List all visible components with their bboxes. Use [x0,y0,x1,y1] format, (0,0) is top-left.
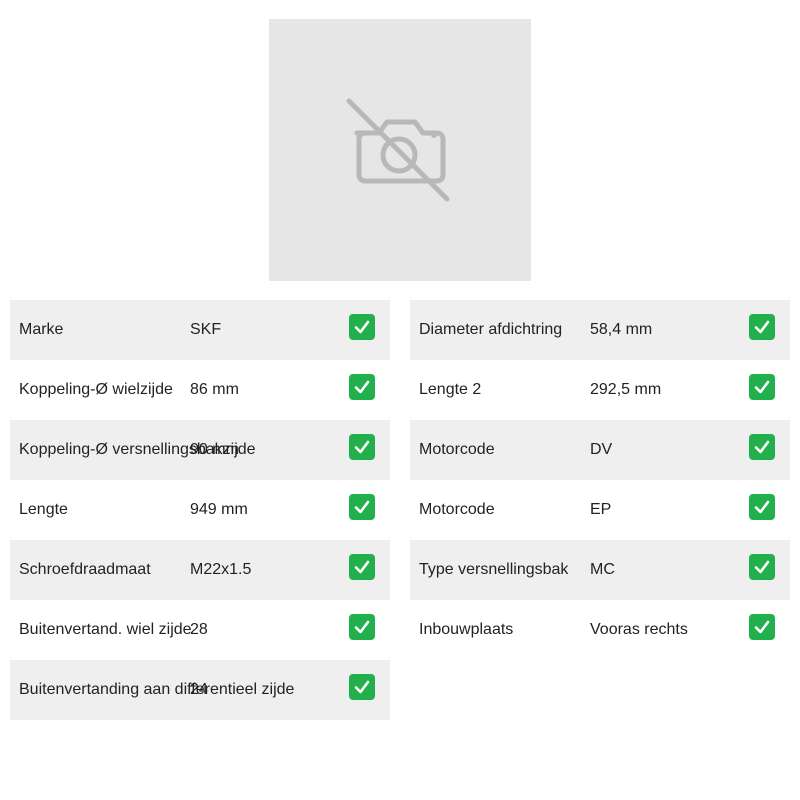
check-mark-icon [749,374,775,400]
specs-table-left: Marke SKF Koppeling-Ø wielzijde 86 mm Ko… [10,300,390,720]
spec-row: Marke SKF [10,300,390,360]
spec-label: Diameter afdichtring [419,321,563,338]
spec-row: Diameter afdichtring 58,4 mm [410,300,790,360]
check-mark-icon [749,434,775,460]
check-mark-icon [349,374,375,400]
spec-row: Lengte 2 292,5 mm [410,360,790,420]
specs-table-right: Diameter afdichtring 58,4 mm Lengte 2 29… [410,300,790,660]
spec-value: 949 mm [190,501,248,518]
spec-row: Buitenvertand. wiel zijde 28 [10,600,390,660]
check-mark-icon [349,314,375,340]
check-mark-icon [349,674,375,700]
spec-value: M22x1.5 [190,561,252,578]
spec-value: DV [590,441,613,458]
spec-row: Motorcode DV [410,420,790,480]
spec-value: EP [590,501,612,518]
no-camera-icon [346,98,450,202]
check-mark-icon [749,494,775,520]
spec-value: Vooras rechts [590,621,688,638]
spec-row: Motorcode EP [410,480,790,540]
spec-row: Type versnellingsbak MC [410,540,790,600]
spec-label: Koppeling-Ø wielzijde [19,381,173,398]
spec-label: Schroefdraadmaat [19,561,151,578]
check-mark-icon [349,494,375,520]
spec-value: 24 [190,681,208,698]
spec-label: Marke [19,321,64,338]
spec-row: Koppeling-Ø versnellingsbakzijde 90 mm [10,420,390,480]
spec-value: 292,5 mm [590,381,662,398]
spec-label: Buitenvertand. wiel zijde [19,621,192,638]
spec-row: Lengte 949 mm [10,480,390,540]
spec-row: Koppeling-Ø wielzijde 86 mm [10,360,390,420]
spec-value: MC [590,561,615,578]
spec-label: Motorcode [419,501,495,518]
spec-label: Inbouwplaats [419,621,514,638]
spec-value: SKF [190,321,222,338]
spec-row: Schroefdraadmaat M22x1.5 [10,540,390,600]
spec-value: 58,4 mm [590,321,653,338]
check-mark-icon [349,434,375,460]
spec-value: 28 [190,621,208,638]
spec-row: Inbouwplaats Vooras rechts [410,600,790,660]
check-mark-icon [349,614,375,640]
spec-label: Buitenvertanding aan differentieel zijde [19,681,295,698]
check-mark-icon [749,314,775,340]
spec-row: Buitenvertanding aan differentieel zijde… [10,660,390,720]
check-mark-icon [749,614,775,640]
spec-label: Type versnellingsbak [419,561,569,578]
spec-label: Lengte 2 [419,381,482,398]
spec-label: Lengte [19,501,68,518]
spec-label: Motorcode [419,441,495,458]
spec-value: 86 mm [190,381,239,398]
check-mark-icon [749,554,775,580]
check-mark-icon [349,554,375,580]
spec-value: 90 mm [190,441,239,458]
product-image-placeholder [269,19,531,281]
